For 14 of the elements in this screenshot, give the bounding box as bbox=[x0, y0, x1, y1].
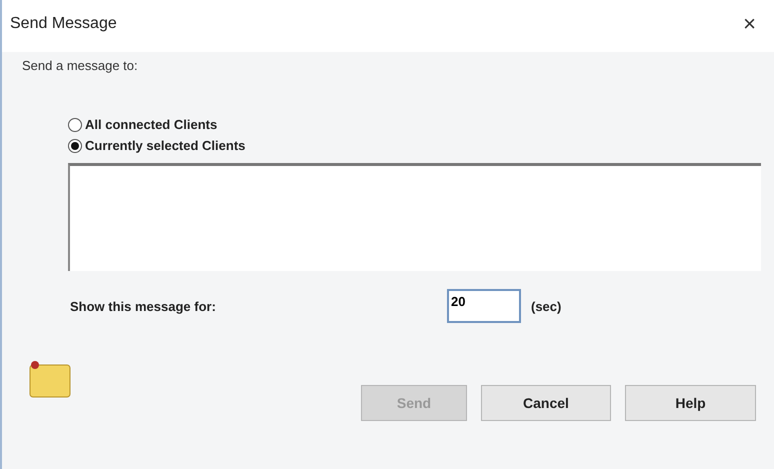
note-icon bbox=[28, 361, 72, 399]
unit-label: (sec) bbox=[531, 298, 562, 314]
radio-label: Currently selected Clients bbox=[85, 138, 246, 153]
duration-label: Show this message for: bbox=[70, 298, 217, 314]
radio-button[interactable] bbox=[68, 118, 82, 132]
dialog-button[interactable]: Cancel bbox=[481, 385, 611, 421]
radio-button[interactable] bbox=[68, 138, 82, 152]
window-title: Send Message bbox=[10, 15, 117, 33]
close-button[interactable]: × bbox=[739, 11, 760, 37]
recipient-prompt: Send a message to: bbox=[22, 58, 139, 73]
duration-field[interactable]: 20 bbox=[447, 289, 521, 323]
message-field[interactable] bbox=[68, 163, 761, 271]
dialog-button[interactable]: Help bbox=[625, 385, 756, 421]
radio-label: All connected Clients bbox=[85, 117, 218, 132]
